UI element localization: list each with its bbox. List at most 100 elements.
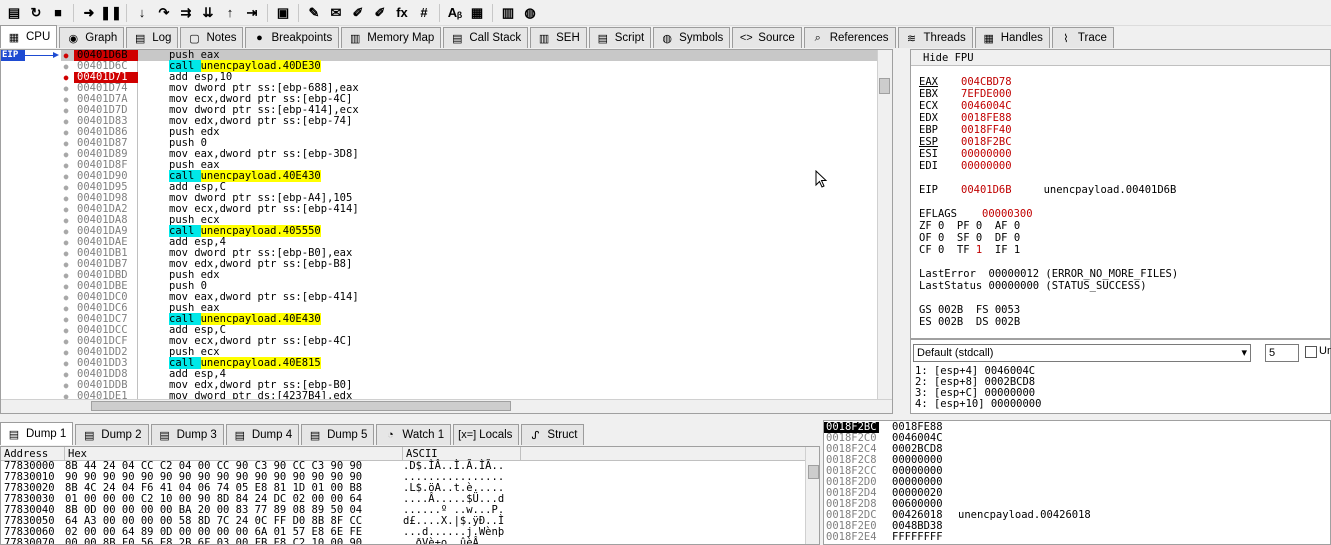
breakpoint-icon[interactable]: ● [61, 72, 71, 83]
tab-log[interactable]: ▤ Log [126, 27, 179, 48]
breakpoint-slot-icon[interactable]: ● [61, 325, 71, 336]
tab-notes[interactable]: ▢ Notes [180, 27, 244, 48]
tab-dump-3[interactable]: ▤ Dump 3 [150, 424, 224, 445]
breakpoint-slot-icon[interactable]: ● [61, 358, 71, 369]
disassembly-horizontal-scrollbar[interactable] [1, 399, 892, 413]
argument-count-spinner[interactable]: 5 [1265, 344, 1299, 362]
breakpoint-icon[interactable]: ● [61, 50, 71, 61]
breakpoint-slot-icon[interactable]: ● [61, 248, 71, 259]
tab-references[interactable]: ⌕ References [803, 27, 896, 48]
font-button[interactable]: Aᵦ [445, 3, 465, 23]
open-button[interactable]: ▤ [4, 3, 24, 23]
tab-locals[interactable]: [x=] Locals [453, 424, 520, 445]
run-button[interactable]: ➜ [79, 3, 99, 23]
dump-scroll-thumb[interactable] [808, 465, 819, 479]
tab-cpu[interactable]: ▦ CPU [0, 25, 58, 48]
hash-button[interactable]: # [414, 3, 434, 23]
trace-into-button[interactable]: ⇉ [176, 3, 196, 23]
register-value[interactable]: 00401D6B [961, 184, 1012, 196]
tab-call-stack[interactable]: ▤ Call Stack [443, 27, 529, 48]
breakpoint-slot-icon[interactable]: ● [61, 336, 71, 347]
tab-dump-5[interactable]: ▤ Dump 5 [301, 424, 375, 445]
register-value[interactable]: 0018FF40 [961, 124, 1012, 136]
stop-button[interactable]: ■ [48, 3, 68, 23]
breakpoint-slot-icon[interactable]: ● [61, 226, 71, 237]
argument-row[interactable]: 4: [esp+10] 00000000 [915, 399, 1041, 410]
ascii-column-header[interactable]: ASCII [403, 447, 521, 460]
labels-button[interactable]: ✐ [348, 3, 368, 23]
flags-line[interactable]: IF 1 [982, 244, 1020, 256]
flags-line[interactable]: CF 0 TF [919, 244, 976, 256]
breakpoint-slot-icon[interactable]: ● [61, 61, 71, 72]
breakpoint-slot-icon[interactable]: ● [61, 347, 71, 358]
tab-dump-4[interactable]: ▤ Dump 4 [225, 424, 300, 445]
globe-button[interactable]: ◍ [520, 3, 540, 23]
step-into-button[interactable]: ↓ [132, 3, 152, 23]
tab-trace[interactable]: ⌇ Trace [1051, 27, 1114, 48]
run-to-user-code-button[interactable]: ⇥ [242, 3, 262, 23]
tab-breakpoints[interactable]: ● Breakpoints [245, 27, 340, 48]
register-value[interactable]: 00000000 [961, 148, 1012, 160]
register-value[interactable]: 004CBD78 [961, 76, 1012, 88]
disassembly-scroll-thumb[interactable] [879, 78, 890, 94]
breakpoint-slot-icon[interactable]: ● [61, 193, 71, 204]
breakpoint-slot-icon[interactable]: ● [61, 149, 71, 160]
breakpoint-slot-icon[interactable]: ● [61, 171, 71, 182]
tab-memory-map[interactable]: ▥ Memory Map [341, 27, 442, 48]
dump-row[interactable]: 77830070 00 00 8B F0 56 E8 2B 6F 03 00 FB… [1, 538, 819, 545]
disassembly-vertical-scrollbar[interactable] [877, 50, 892, 413]
hide-fpu-button[interactable]: Hide FPU [911, 50, 1330, 66]
breakpoint-slot-icon[interactable]: ● [61, 237, 71, 248]
breakpoint-slot-icon[interactable]: ● [61, 204, 71, 215]
disassembly-view[interactable]: EIP ● 00401D6B push eax ● 00401D6C call unenc… [0, 49, 893, 414]
flags-line[interactable]: ZF 0 PF 0 AF 0 [919, 220, 1020, 232]
tab-threads[interactable]: ≋ Threads [897, 27, 973, 48]
pause-button[interactable]: ❚❚ [100, 3, 122, 23]
breakpoint-slot-icon[interactable]: ● [61, 281, 71, 292]
breakpoint-slot-icon[interactable]: ● [61, 303, 71, 314]
dump-vertical-scrollbar[interactable] [805, 447, 819, 544]
tab-script[interactable]: ▤ Script [588, 27, 652, 48]
register-value[interactable]: 0046004C [961, 100, 1012, 112]
patch-button[interactable]: ✎ [304, 3, 324, 23]
calculator-button[interactable]: ▥ [498, 3, 518, 23]
breakpoint-slot-icon[interactable]: ● [61, 105, 71, 116]
calling-convention-select[interactable]: Default (stdcall) [913, 344, 1251, 362]
breakpoint-slot-icon[interactable]: ● [61, 160, 71, 171]
functions-button[interactable]: fx [392, 3, 412, 23]
step-over-button[interactable]: ↷ [154, 3, 174, 23]
tab-graph[interactable]: ◉ Graph [59, 27, 125, 48]
register-value[interactable]: 0018FE88 [961, 112, 1012, 124]
preferences-button[interactable]: ▦ [467, 3, 487, 23]
tab-struct[interactable]: ᔑ Struct [521, 424, 585, 445]
unlock-checkbox[interactable] [1305, 346, 1317, 358]
hex-dump-view[interactable]: Address Hex ASCII 77830000 8B 44 24 04 CC… [0, 446, 820, 545]
tab-seh[interactable]: ▥ SEH [530, 27, 587, 48]
breakpoint-slot-icon[interactable]: ● [61, 182, 71, 193]
tab-dump-2[interactable]: ▤ Dump 2 [75, 424, 149, 445]
breakpoint-slot-icon[interactable]: ● [61, 292, 71, 303]
breakpoint-slot-icon[interactable]: ● [61, 270, 71, 281]
tab-watch-1[interactable]: ◔ Watch 1 [376, 424, 452, 445]
breakpoint-slot-icon[interactable]: ● [61, 215, 71, 226]
breakpoint-slot-icon[interactable]: ● [61, 314, 71, 325]
register-value[interactable]: 0018F2BC [961, 136, 1012, 148]
execute-till-return-button[interactable]: ↑ [220, 3, 240, 23]
tab-handles[interactable]: ▦ Handles [974, 27, 1050, 48]
flags-line[interactable]: OF 0 SF 0 DF 0 [919, 232, 1020, 244]
breakpoint-slot-icon[interactable]: ● [61, 127, 71, 138]
trace-over-button[interactable]: ⇊ [198, 3, 218, 23]
tab-dump-1[interactable]: ▤ Dump 1 [0, 422, 74, 445]
address-column-header[interactable]: Address [1, 447, 65, 460]
restart-button[interactable]: ↻ [26, 3, 46, 23]
breakpoint-slot-icon[interactable]: ● [61, 94, 71, 105]
stack-view[interactable]: 0018F2BC 0018FE88 0018F2C0 0046004C 0018F2C4… [823, 420, 1331, 545]
breakpoint-slot-icon[interactable]: ● [61, 83, 71, 94]
register-value[interactable]: 00000300 [982, 208, 1033, 220]
stack-row[interactable]: 0018F2E4 FFFFFFFF [824, 532, 1330, 543]
scylla-button[interactable]: ▣ [273, 3, 293, 23]
breakpoint-slot-icon[interactable]: ● [61, 380, 71, 391]
register-value[interactable]: 7EFDE000 [961, 88, 1012, 100]
bookmarks-button[interactable]: ✐ [370, 3, 390, 23]
disassembly-hscroll-thumb[interactable] [91, 401, 511, 411]
